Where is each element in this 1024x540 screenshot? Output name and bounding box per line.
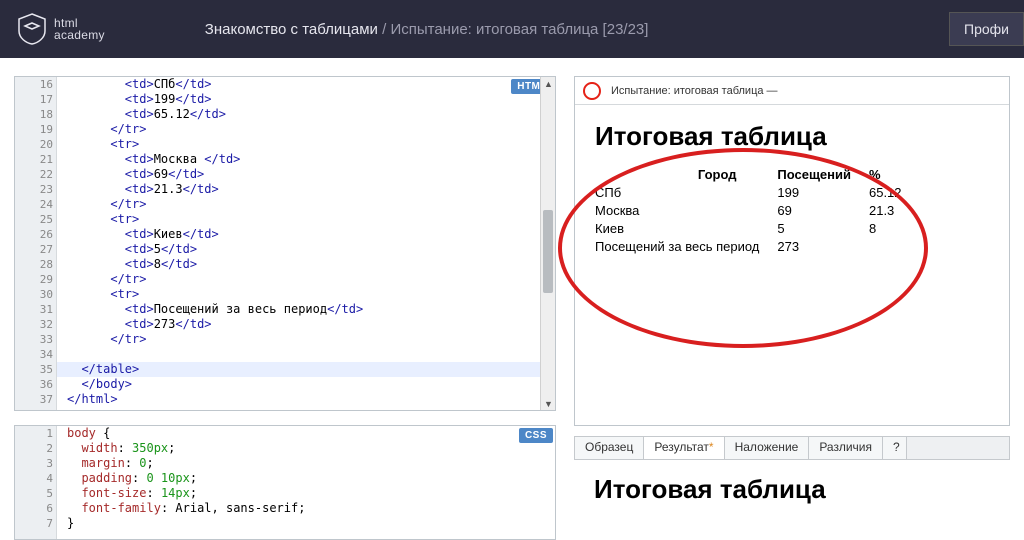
logo-text-bottom: academy bbox=[54, 29, 105, 41]
code-line[interactable]: 35 </table> bbox=[57, 362, 555, 377]
page-title-tab: Испытание: итоговая таблица — bbox=[611, 85, 778, 97]
scroll-down-icon[interactable]: ▼ bbox=[544, 399, 553, 408]
css-editor[interactable]: CSS 1body {2 width: 350px;3 margin: 0;4 … bbox=[14, 425, 556, 540]
code-line[interactable]: 3 margin: 0; bbox=[57, 456, 555, 471]
code-line[interactable]: 4 padding: 0 10px; bbox=[57, 471, 555, 486]
code-line[interactable]: 23 <td>21.3</td> bbox=[57, 182, 555, 197]
code-line[interactable]: 34 bbox=[57, 347, 555, 362]
code-line[interactable]: 27 <td>5</td> bbox=[57, 242, 555, 257]
footer-value: 273 bbox=[777, 238, 869, 256]
tab-diff[interactable]: Различия bbox=[809, 437, 883, 459]
app-header: html academy Знакомство с таблицами / Ис… bbox=[0, 0, 1024, 58]
modified-star-icon: * bbox=[709, 440, 714, 454]
code-line[interactable]: 1body { bbox=[57, 426, 555, 441]
table-row: Москва6921.3 bbox=[595, 202, 920, 220]
code-line[interactable]: 29 </tr> bbox=[57, 272, 555, 287]
tab-overlay[interactable]: Наложение bbox=[725, 437, 810, 459]
scrollbar[interactable]: ▲ ▼ bbox=[540, 77, 555, 410]
code-line[interactable]: 36 </body> bbox=[57, 377, 555, 392]
tab-result[interactable]: Результат* bbox=[644, 437, 724, 459]
scroll-thumb[interactable] bbox=[543, 210, 553, 293]
table-row: Киев58 bbox=[595, 220, 920, 238]
code-line[interactable]: 26 <td>Киев</td> bbox=[57, 227, 555, 242]
code-line[interactable]: 21 <td>Москва </td> bbox=[57, 152, 555, 167]
code-line[interactable]: 37</html> bbox=[57, 392, 555, 407]
tab-help[interactable]: ? bbox=[883, 437, 907, 459]
code-line[interactable]: 32 <td>273</td> bbox=[57, 317, 555, 332]
preview-browser: Испытание: итоговая таблица — Итоговая т… bbox=[574, 76, 1010, 426]
code-line[interactable]: 5 font-size: 14px; bbox=[57, 486, 555, 501]
code-line[interactable]: 31 <td>Посещений за весь период</td> bbox=[57, 302, 555, 317]
th-city: Город bbox=[595, 166, 777, 184]
code-line[interactable]: 20 <tr> bbox=[57, 137, 555, 152]
template-heading: Итоговая таблица bbox=[594, 474, 1010, 505]
code-line[interactable]: 16 <td>СПб</td> bbox=[57, 77, 555, 92]
breadcrumb-task: Испытание: итоговая таблица [23/23] bbox=[390, 21, 648, 38]
result-table: Город Посещений % СПб19965.12Москва6921.… bbox=[595, 166, 920, 256]
code-line[interactable]: 18 <td>65.12</td> bbox=[57, 107, 555, 122]
scroll-up-icon[interactable]: ▲ bbox=[544, 79, 553, 88]
th-visits: Посещений bbox=[777, 166, 869, 184]
page-heading: Итоговая таблица bbox=[595, 121, 989, 152]
code-line[interactable]: 28 <td>8</td> bbox=[57, 257, 555, 272]
profile-button[interactable]: Профи bbox=[949, 12, 1024, 46]
breadcrumb: Знакомство с таблицами / Испытание: итог… bbox=[205, 21, 649, 38]
html-editor[interactable]: HTML 16 <td>СПб</td>17 <td>199</td>18 <t… bbox=[14, 76, 556, 411]
code-line[interactable]: 2 width: 350px; bbox=[57, 441, 555, 456]
footer-label: Посещений за весь период bbox=[595, 238, 777, 256]
code-line[interactable]: 22 <td>69</td> bbox=[57, 167, 555, 182]
browser-urlbar: Испытание: итоговая таблица — bbox=[575, 77, 1009, 105]
opera-icon bbox=[583, 82, 601, 100]
logo[interactable]: html academy bbox=[18, 13, 105, 45]
th-percent: % bbox=[869, 166, 920, 184]
code-line[interactable]: 19 </tr> bbox=[57, 122, 555, 137]
code-line[interactable]: 30 <tr> bbox=[57, 287, 555, 302]
code-line[interactable]: 6 font-family: Arial, sans-serif; bbox=[57, 501, 555, 516]
code-line[interactable]: 25 <tr> bbox=[57, 212, 555, 227]
code-line[interactable]: 33 </tr> bbox=[57, 332, 555, 347]
code-line[interactable]: 17 <td>199</td> bbox=[57, 92, 555, 107]
breadcrumb-course[interactable]: Знакомство с таблицами bbox=[205, 21, 378, 38]
preview-tabs: Образец Результат* Наложение Различия ? bbox=[574, 436, 1010, 460]
table-row: СПб19965.12 bbox=[595, 184, 920, 202]
shield-icon bbox=[18, 13, 46, 45]
tab-template[interactable]: Образец bbox=[575, 437, 644, 459]
code-line[interactable]: 24 </tr> bbox=[57, 197, 555, 212]
